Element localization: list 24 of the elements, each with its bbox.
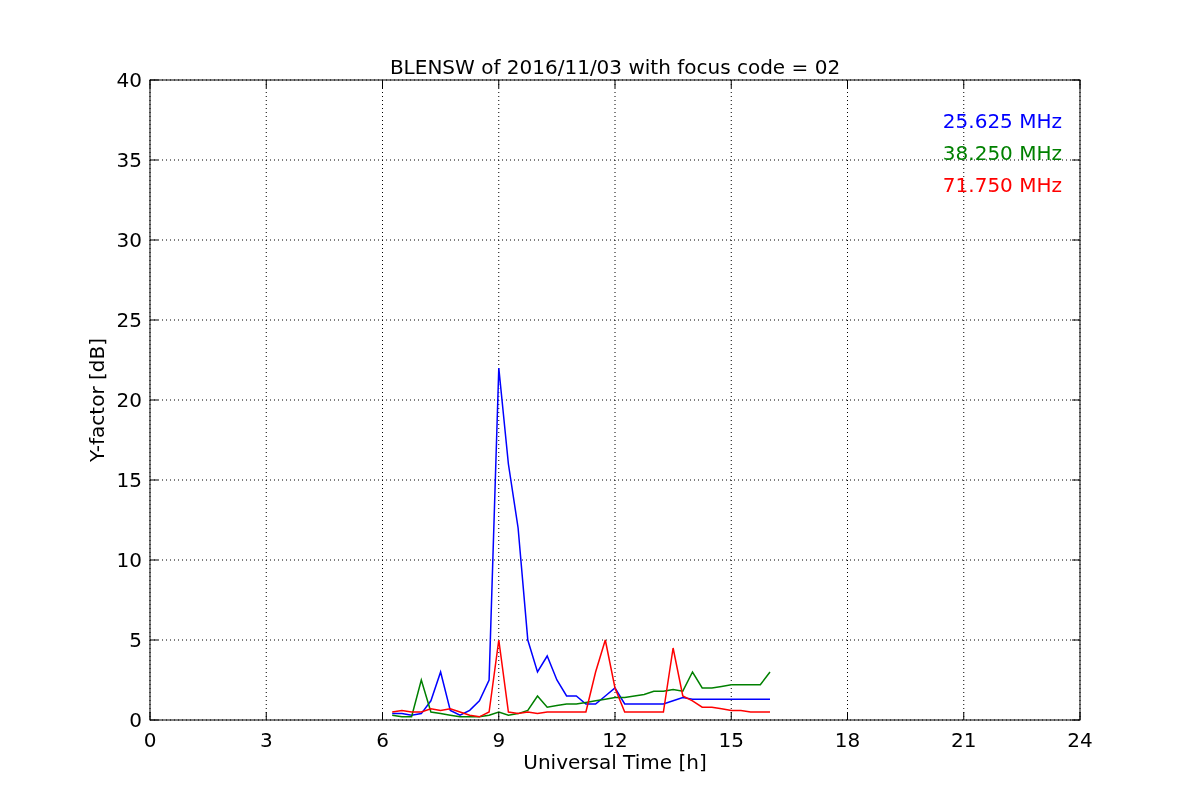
- tick-label: 15: [718, 728, 744, 752]
- tick-label: 10: [116, 548, 142, 572]
- tick-label: 18: [834, 728, 861, 752]
- tick-label: 21: [951, 728, 977, 752]
- axis-label: Y-factor [dB]: [85, 338, 109, 462]
- tick-label: 30: [116, 228, 142, 252]
- axis-label: Universal Time [h]: [523, 750, 707, 774]
- tick-label: 12: [602, 728, 628, 752]
- tick-label: 0: [129, 708, 142, 732]
- tick-label: 20: [116, 388, 142, 412]
- tick-label: 40: [116, 68, 142, 92]
- legend-label: 25.625 MHz: [942, 109, 1062, 133]
- tick-label: 25: [116, 308, 142, 332]
- tick-label: 6: [376, 728, 389, 752]
- tick-label: 5: [129, 628, 142, 652]
- legend-label: 38.250 MHz: [942, 141, 1062, 165]
- tick-label: 15: [116, 468, 142, 492]
- tick-label: 0: [143, 728, 157, 752]
- tick-label: 3: [259, 728, 273, 752]
- tick-label: 35: [116, 148, 142, 172]
- tick-label: 24: [1067, 728, 1093, 752]
- chart-title: BLENSW of 2016/11/03 with focus code = 02: [389, 55, 841, 79]
- tick-label: 9: [492, 728, 506, 752]
- legend-label: 71.750 MHz: [942, 173, 1062, 197]
